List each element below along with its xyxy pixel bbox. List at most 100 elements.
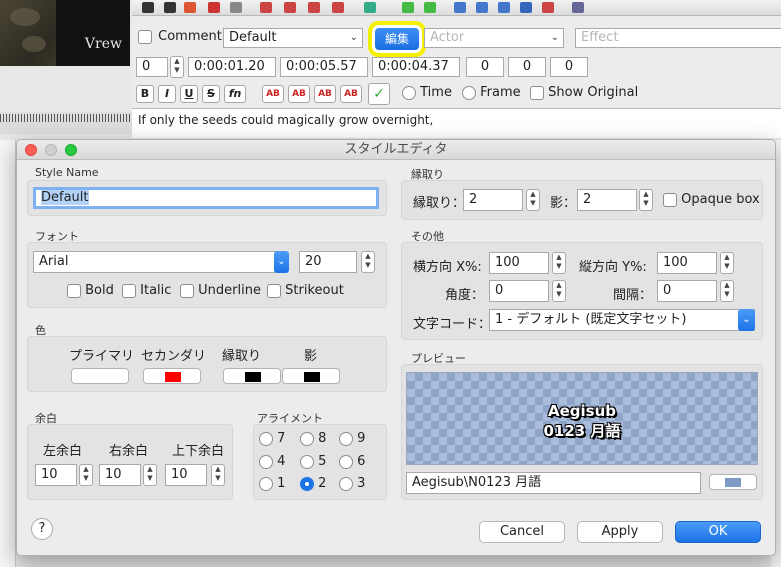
start-time-field[interactable]: 0:00:01.20	[188, 57, 276, 77]
border-width-field[interactable]: 2	[463, 189, 523, 211]
commit-next-icon[interactable]	[424, 2, 436, 13]
help-button[interactable]: ?	[31, 518, 53, 540]
font-button[interactable]: fn	[224, 85, 246, 103]
cancel-button[interactable]: Cancel	[479, 521, 565, 543]
zoom-icon[interactable]	[65, 144, 77, 156]
play-line-icon[interactable]	[184, 2, 196, 13]
align-radio[interactable]	[259, 454, 273, 469]
strikeout-checkbox[interactable]	[267, 283, 281, 298]
auto-scroll-icon[interactable]	[454, 2, 466, 13]
margin-right-field[interactable]: 0	[508, 57, 546, 77]
primary-color-button[interactable]	[71, 368, 129, 384]
style-name-input[interactable]: Default	[33, 187, 379, 209]
show-original-checkbox[interactable]	[530, 85, 544, 100]
angle-field[interactable]: 0	[489, 280, 549, 302]
encoding-combo[interactable]: 1 - デフォルト (既定文字セット)	[489, 309, 755, 331]
italic-checkbox[interactable]	[122, 283, 136, 298]
auto-next-icon[interactable]	[498, 2, 510, 13]
line-before-icon[interactable]	[364, 2, 376, 13]
actor-combo[interactable]: Actor ⌄	[424, 28, 564, 48]
underline-checkbox[interactable]	[180, 283, 194, 298]
comment-checkbox-row[interactable]: Comment	[138, 29, 222, 44]
bold-checkbox-row[interactable]: Bold	[67, 283, 114, 298]
stop-icon[interactable]	[230, 2, 242, 13]
time-radio-row[interactable]: Time	[402, 85, 452, 100]
align-3[interactable]: 3	[339, 476, 365, 491]
strikeout-button[interactable]: S	[202, 85, 220, 103]
italic-checkbox-row[interactable]: Italic	[122, 283, 171, 298]
margin-right-stepper[interactable]: ▲ ▼	[143, 464, 157, 486]
frame-radio[interactable]	[462, 85, 476, 100]
align-radio[interactable]	[339, 431, 353, 446]
play-next-icon[interactable]	[164, 2, 176, 13]
shadow-color-button[interactable]: AB	[340, 85, 362, 103]
scale-x-field[interactable]: 100	[489, 252, 549, 274]
shadow-color-button[interactable]	[282, 368, 340, 384]
font-size-stepper[interactable]: ▲ ▼	[361, 251, 375, 273]
ok-button[interactable]: OK	[675, 521, 761, 543]
align-radio-selected[interactable]	[300, 476, 314, 491]
margin-left-stepper[interactable]: ▲ ▼	[79, 464, 93, 486]
margin-left-field[interactable]: 10	[35, 464, 77, 486]
border-width-stepper[interactable]: ▲ ▼	[526, 189, 540, 211]
layer-stepper[interactable]: ▲ ▼	[170, 56, 184, 78]
align-radio[interactable]	[259, 476, 273, 491]
bold-button[interactable]: B	[136, 85, 154, 103]
underline-button[interactable]: U	[180, 85, 198, 103]
align-8[interactable]: 8	[300, 431, 326, 446]
shift-times-icon[interactable]	[332, 2, 344, 13]
comment-checkbox[interactable]	[138, 29, 152, 44]
spacing-field[interactable]: 0	[657, 280, 717, 302]
edit-style-button[interactable]: 編集	[375, 28, 419, 50]
align-radio[interactable]	[339, 454, 353, 469]
subtitle-text-area[interactable]: If only the seeds could magically grow o…	[132, 108, 781, 138]
frame-radio-row[interactable]: Frame	[462, 85, 521, 100]
show-original-row[interactable]: Show Original	[530, 85, 638, 100]
snap-end-icon[interactable]	[284, 2, 296, 13]
font-combo[interactable]: Arial	[33, 251, 287, 273]
margin-vert-field[interactable]: 0	[550, 57, 588, 77]
align-radio[interactable]	[300, 431, 314, 446]
scale-x-stepper[interactable]: ▲ ▼	[552, 252, 566, 274]
margin-vert-field[interactable]: 10	[165, 464, 207, 486]
align-1[interactable]: 1	[259, 476, 285, 491]
strikeout-checkbox-row[interactable]: Strikeout	[267, 283, 344, 298]
outline-color-button[interactable]: AB	[314, 85, 336, 103]
play-prev-icon[interactable]	[142, 2, 154, 13]
preview-bg-color-button[interactable]	[709, 474, 757, 490]
commit-icon[interactable]	[402, 2, 414, 13]
pointer-icon[interactable]	[572, 2, 584, 13]
align-4[interactable]: 4	[259, 454, 285, 469]
spacing-stepper[interactable]: ▲ ▼	[720, 280, 734, 302]
margin-left-field[interactable]: 0	[466, 57, 504, 77]
spectrum-icon[interactable]	[520, 2, 532, 13]
font-size-field[interactable]: 20	[299, 251, 357, 273]
secondary-color-button[interactable]: AB	[288, 85, 310, 103]
underline-checkbox-row[interactable]: Underline	[180, 283, 261, 298]
opaque-box-checkbox[interactable]	[663, 192, 677, 207]
shadow-depth-stepper[interactable]: ▲ ▼	[639, 189, 653, 211]
secondary-color-button[interactable]	[143, 368, 201, 384]
chevron-down-icon[interactable]: ⌄	[738, 309, 755, 331]
apply-button[interactable]: Apply	[577, 521, 663, 543]
snap-scene-icon[interactable]	[308, 2, 320, 13]
align-radio[interactable]	[300, 454, 314, 469]
bold-checkbox[interactable]	[67, 283, 81, 298]
align-radio[interactable]	[259, 431, 273, 446]
opaque-box-row[interactable]: Opaque box	[663, 192, 760, 207]
commit-check-icon[interactable]: ✓	[368, 83, 390, 105]
italic-button[interactable]: I	[158, 85, 176, 103]
layer-field[interactable]: 0	[136, 57, 168, 77]
align-5[interactable]: 5	[300, 454, 326, 469]
close-icon[interactable]	[25, 144, 37, 156]
snap-start-icon[interactable]	[260, 2, 272, 13]
scale-y-field[interactable]: 100	[657, 252, 717, 274]
primary-color-button[interactable]: AB	[262, 85, 284, 103]
chevron-down-icon[interactable]: ⌄	[274, 251, 289, 273]
align-radio[interactable]	[339, 476, 353, 491]
duration-field[interactable]: 0:00:04.37	[372, 57, 460, 77]
video-preview[interactable]: Vrew	[0, 0, 130, 66]
angle-stepper[interactable]: ▲ ▼	[552, 280, 566, 302]
style-combo[interactable]: Default ⌄	[223, 28, 363, 48]
align-2[interactable]: 2	[300, 476, 326, 491]
